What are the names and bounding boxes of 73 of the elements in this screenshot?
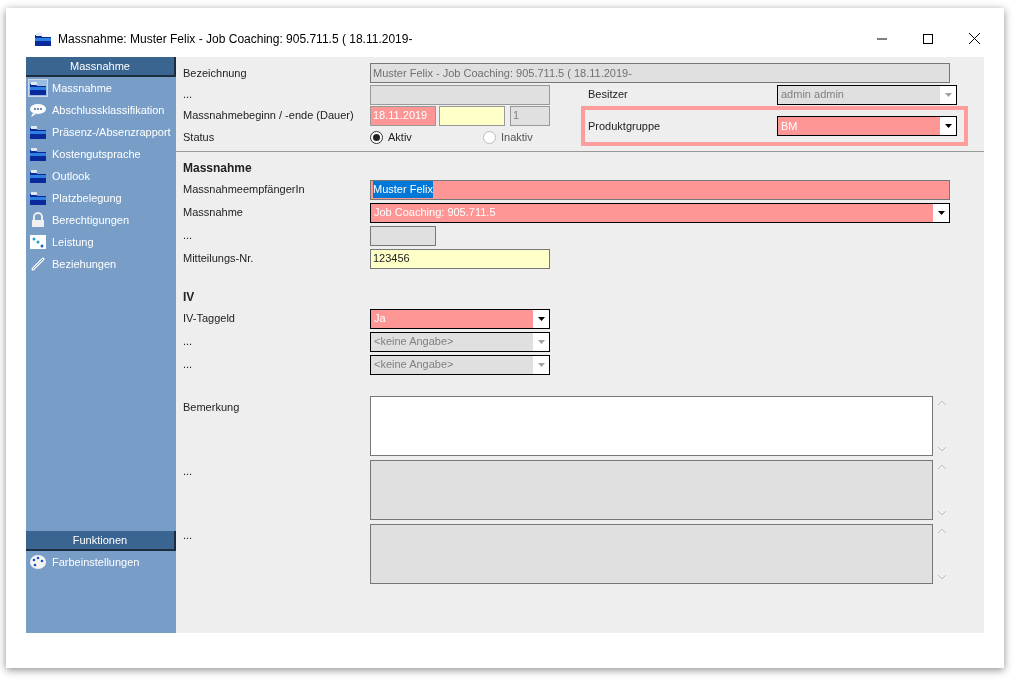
sidebar-item[interactable]: Präsenz-/Absenzrapport [26,121,176,143]
memo-field[interactable] [370,460,933,520]
sidebar-item[interactable]: Berechtigungen [26,209,176,231]
caret-icon [937,210,945,215]
folder-icon [29,124,47,140]
field-label: ... [183,465,193,477]
field-label: Status [183,130,215,143]
field-label: MassnahmeempfängerIn [183,183,305,196]
radio-option[interactable]: Inaktiv [483,128,533,146]
sidebar-item[interactable]: Abschlussklassifikation [26,99,176,121]
field-label: Massnahmebeginn / -ende (Dauer) [183,109,354,122]
text-field[interactable] [370,225,436,246]
field-label: Produktgruppe [588,119,661,132]
text-field[interactable] [370,84,550,105]
field-label: Mitteilungs-Nr. [183,252,254,265]
text-field[interactable]: 123456 [370,248,550,269]
caret-icon [944,92,952,97]
field-label: ... [183,88,193,101]
field-label: Bezeichnung [183,66,247,79]
close-icon[interactable] [969,33,980,44]
caret-icon [537,339,545,344]
field-label: ... [183,229,193,242]
memo-field[interactable] [370,396,933,456]
field-label: Besitzer [588,88,628,101]
caret-icon [944,124,952,128]
date-field[interactable] [439,105,505,126]
sidebar-item[interactable]: Kostengutsprache [26,143,176,165]
caret-icon [537,316,545,321]
dropdown[interactable]: BM [777,116,957,136]
folder-icon [34,30,52,47]
speech-bubble-icon [29,102,47,118]
dropdown[interactable]: Ja [370,308,550,329]
field-label: ... [183,335,193,348]
scroll-down-icon[interactable] [937,447,946,452]
sidebar-item[interactable]: Platzbelegung [26,187,176,209]
dots-icon [29,234,47,250]
scroll-up-icon[interactable] [937,528,946,533]
link-icon [29,256,47,272]
text-field[interactable]: Muster Felix - Job Coaching: 905.711.5 ( 18.11.2019- [370,63,950,83]
field-label: ... [183,358,193,371]
window-title: Massnahme: Muster Felix - Job Coaching: 905.711.5 ( 18.11.2019- [58,30,414,48]
palette-icon [29,554,47,570]
folder-icon [29,168,47,184]
duration-field[interactable]: 1 [510,105,550,126]
lock-icon [29,212,47,228]
radio-option[interactable]: Aktiv [370,128,483,146]
dropdown[interactable]: admin admin [777,84,957,105]
scroll-down-icon[interactable] [937,511,946,516]
sidebar-header[interactable]: Massnahme [26,57,176,77]
section-heading: Massnahme [182,160,253,177]
scroll-up-icon[interactable] [937,464,946,469]
caret-icon [537,362,545,367]
sidebar-header[interactable]: Funktionen [26,531,176,551]
maximize-icon[interactable] [923,33,933,44]
field-label: Bemerkung [183,401,240,413]
field-label: Massnahme [183,206,243,219]
scroll-down-icon[interactable] [937,575,946,580]
field-label: IV-Taggeld [183,312,235,325]
scroll-up-icon[interactable] [937,400,946,405]
sidebar-item[interactable]: Farbeinstellungen [26,551,176,573]
sidebar-item[interactable]: Massnahme [26,77,176,99]
text-field[interactable]: Muster Felix [370,179,950,200]
date-field[interactable]: 18.11.2019 [370,105,436,126]
folder-icon [29,146,47,162]
sidebar-item[interactable]: Beziehungen [26,253,176,275]
memo-field[interactable] [370,524,933,584]
section-heading: IV [182,289,196,306]
folder-icon [29,190,47,206]
sidebar-item[interactable]: Leistung [26,231,176,253]
sidebar-item[interactable]: Outlook [26,165,176,187]
dropdown[interactable]: Job Coaching: 905.711.5 [370,202,950,223]
field-label: ... [183,529,193,541]
folder-icon [29,80,47,96]
